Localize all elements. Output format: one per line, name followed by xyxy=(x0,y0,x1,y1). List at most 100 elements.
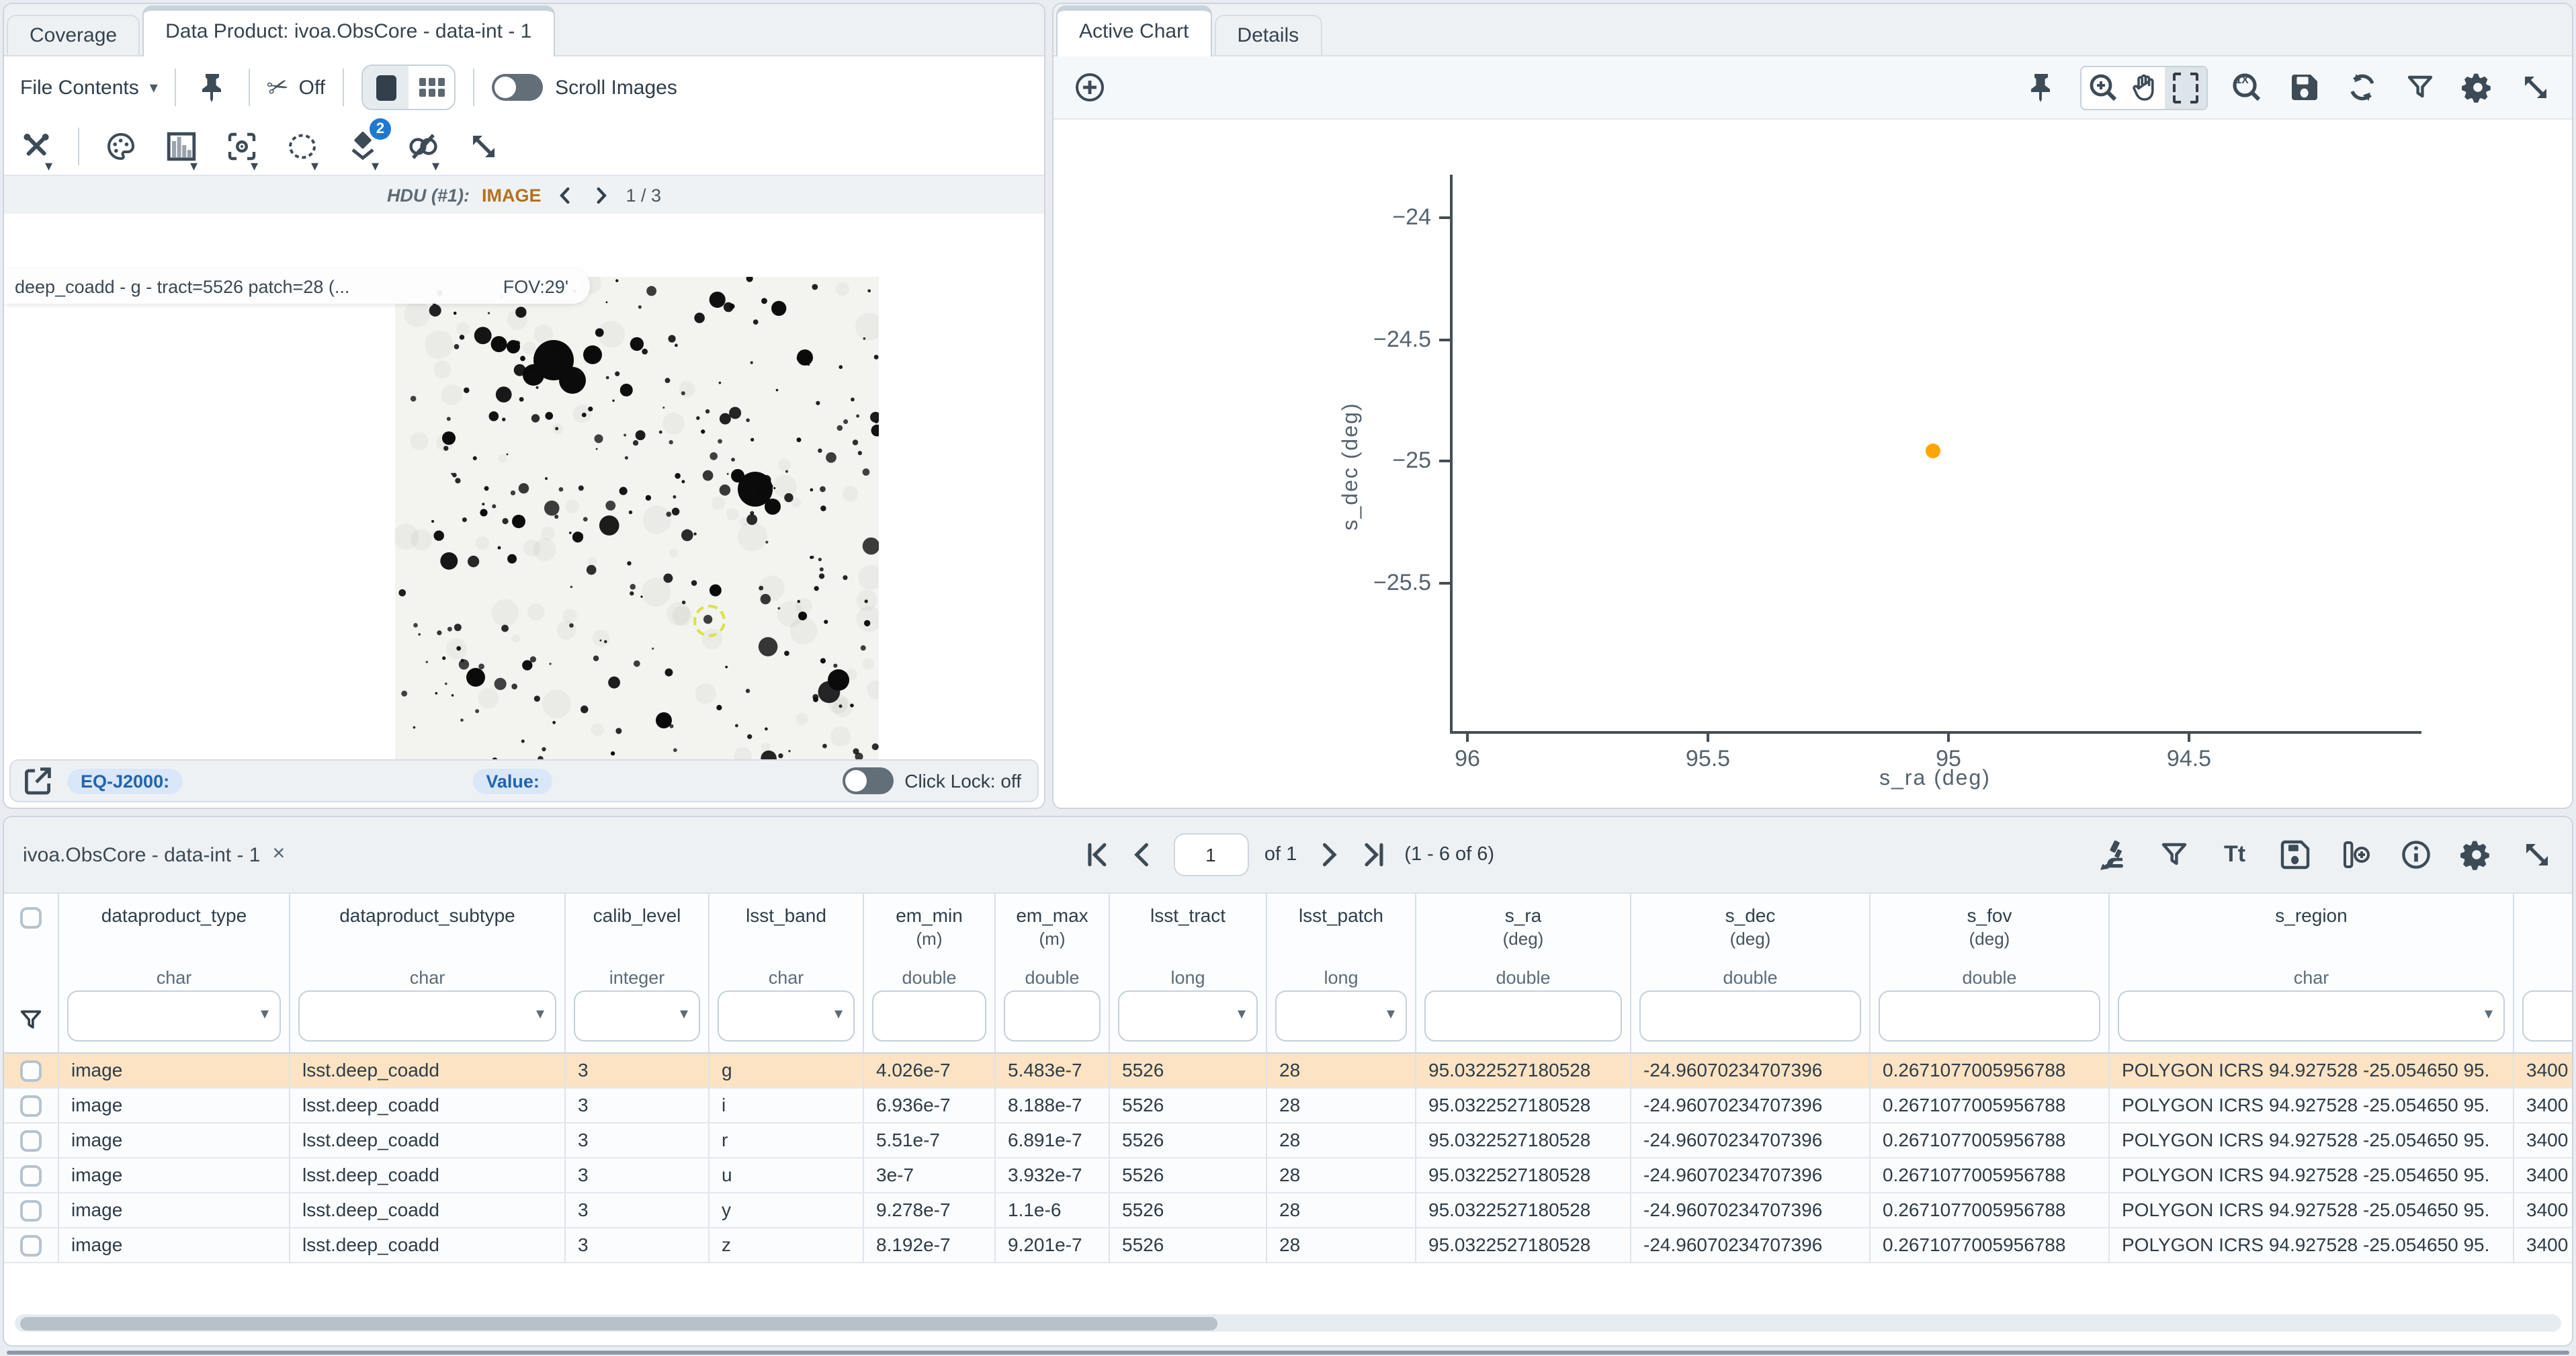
column-header-dataproduct_subtype[interactable]: dataproduct_subtypechar▾ xyxy=(290,894,566,1052)
save-table-button[interactable] xyxy=(2276,833,2314,876)
unlink-wcs-button[interactable]: ▾ xyxy=(404,125,442,168)
close-table-button[interactable]: × xyxy=(273,843,286,867)
filter-chart-button[interactable] xyxy=(2401,66,2439,109)
data-point[interactable] xyxy=(1926,444,1940,459)
refresh-chart-button[interactable] xyxy=(2344,66,2381,109)
click-lock-toggle[interactable]: Click Lock: off xyxy=(843,767,1021,794)
next-page-button[interactable] xyxy=(1313,833,1342,876)
pan-mode-button[interactable] xyxy=(2123,67,2165,108)
column-header-s_dec[interactable]: s_dec(deg)double xyxy=(1631,894,1871,1052)
pin-button[interactable] xyxy=(194,66,232,109)
column-filter-input[interactable]: ▾ xyxy=(574,990,700,1042)
scatter-plot[interactable]: −24−24.5−25−25.59695.59594.5s_dec (deg)s… xyxy=(1054,120,2572,808)
table-settings-button[interactable] xyxy=(2458,833,2495,876)
column-header-s_region[interactable]: s_regionchar▾ xyxy=(2110,894,2514,1052)
expand-table-button[interactable] xyxy=(2518,833,2556,876)
row-checkbox[interactable] xyxy=(20,1060,42,1081)
row-checkbox[interactable] xyxy=(20,1199,42,1221)
next-hdu-button[interactable] xyxy=(590,183,614,207)
filter-table-button[interactable] xyxy=(2155,833,2193,876)
layers-button[interactable]: 2 ▾ xyxy=(344,125,382,168)
column-header-s_ra[interactable]: s_ra(deg)double xyxy=(1416,894,1631,1052)
zoom-in-mode-button[interactable] xyxy=(2081,67,2123,108)
table-row[interactable]: imagelsst.deep_coadd3g4.026e-75.483e-755… xyxy=(4,1054,2572,1089)
recenter-button[interactable]: ▾ xyxy=(223,125,261,168)
chart-settings-button[interactable] xyxy=(2459,66,2497,109)
column-filter-input[interactable]: ▾ xyxy=(1118,990,1258,1042)
gear-icon xyxy=(2460,839,2493,871)
fits-image[interactable] xyxy=(395,277,879,759)
table-cell: 95.0322527180528 xyxy=(1416,1228,1631,1262)
histogram-icon xyxy=(165,130,198,163)
column-filter-input[interactable] xyxy=(1424,990,1622,1042)
table-horizontal-scrollbar[interactable] xyxy=(15,1314,2561,1332)
tab-data-product[interactable]: Data Product: ivoa.ObsCore - data-int - … xyxy=(142,5,554,56)
row-checkbox[interactable] xyxy=(20,1130,42,1151)
row-checkbox[interactable] xyxy=(20,1095,42,1116)
pin-chart-button[interactable] xyxy=(2022,66,2060,109)
coordinate-readout[interactable]: EQ-J2000: xyxy=(67,768,183,794)
column-filter-input[interactable]: ▾ xyxy=(1275,990,1407,1042)
column-filter-input[interactable]: ▾ xyxy=(718,990,855,1042)
save-chart-button[interactable] xyxy=(2286,66,2323,109)
column-filter-input[interactable]: ▾ xyxy=(67,990,281,1042)
table-row[interactable]: imagelsst.deep_coadd3z8.192e-79.201e-755… xyxy=(4,1228,2572,1263)
table-row[interactable]: imagelsst.deep_coadd3i6.936e-78.188e-755… xyxy=(4,1089,2572,1124)
select-mode-button[interactable] xyxy=(2165,67,2206,108)
tab-details[interactable]: Details xyxy=(1214,15,1322,55)
add-chart-button[interactable] xyxy=(1071,66,1109,109)
column-filter-input[interactable]: ▾ xyxy=(2118,990,2505,1042)
previous-hdu-button[interactable] xyxy=(554,183,578,207)
value-readout[interactable]: Value: xyxy=(472,768,553,794)
table-row[interactable]: imagelsst.deep_coadd3r5.51e-76.891e-7552… xyxy=(4,1124,2572,1158)
popout-readout-button[interactable] xyxy=(22,759,54,802)
analyze-button[interactable] xyxy=(2095,833,2133,876)
page-number-input[interactable] xyxy=(1173,833,1248,876)
chevron-down-icon: ▾ xyxy=(261,1004,269,1023)
image-viewer[interactable]: deep_coadd - g - tract=5526 patch=28 (..… xyxy=(4,214,1044,759)
tools-button[interactable]: ▾ xyxy=(17,125,55,168)
file-contents-dropdown[interactable]: File Contents ▾ xyxy=(20,76,158,99)
expand-image-button[interactable] xyxy=(465,125,503,168)
text-view-button[interactable]: Tt xyxy=(2216,833,2253,876)
column-filter-input[interactable] xyxy=(1004,990,1101,1042)
expand-chart-button[interactable] xyxy=(2517,66,2554,109)
table-row[interactable]: imagelsst.deep_coadd3y9.278e-71.1e-65526… xyxy=(4,1193,2572,1228)
grid-view-button[interactable] xyxy=(409,66,454,109)
color-palette-button[interactable] xyxy=(102,125,140,168)
row-checkbox[interactable] xyxy=(20,1234,42,1256)
add-column-button[interactable] xyxy=(2337,833,2374,876)
column-filter-input[interactable] xyxy=(2522,990,2572,1042)
tab-coverage[interactable]: Coverage xyxy=(7,15,140,55)
scroll-images-toggle[interactable]: Scroll Images xyxy=(492,74,677,101)
column-filter-input[interactable] xyxy=(1879,990,2100,1042)
column-header-calib_level[interactable]: calib_levelinteger▾ xyxy=(566,894,710,1052)
row-checkbox[interactable] xyxy=(20,1164,42,1186)
first-page-button[interactable] xyxy=(1082,833,1111,876)
zoom-original-button[interactable]: 1X xyxy=(2228,66,2266,109)
table-row[interactable]: imagelsst.deep_coadd3u3e-73.932e-7552628… xyxy=(4,1158,2572,1193)
scrollbar-thumb[interactable] xyxy=(20,1316,1217,1330)
column-header-clipped[interactable] xyxy=(2514,894,2572,1052)
table-info-button[interactable] xyxy=(2397,833,2435,876)
stretch-histogram-button[interactable]: ▾ xyxy=(163,125,200,168)
select-all-checkbox[interactable] xyxy=(20,907,42,929)
column-header-lsst_band[interactable]: lsst_bandchar▾ xyxy=(710,894,864,1052)
column-header-em_max[interactable]: em_max(m)double xyxy=(996,894,1110,1052)
column-header-lsst_patch[interactable]: lsst_patchlong▾ xyxy=(1267,894,1416,1052)
column-filter-input[interactable] xyxy=(1639,990,1861,1042)
target-marker-icon xyxy=(693,605,726,637)
select-region-button[interactable]: ▾ xyxy=(284,125,321,168)
column-header-lsst_tract[interactable]: lsst_tractlong▾ xyxy=(1110,894,1267,1052)
column-header-s_fov[interactable]: s_fov(deg)double xyxy=(1871,894,2110,1052)
tab-active-chart[interactable]: Active Chart xyxy=(1056,5,1211,56)
view-mode-group xyxy=(361,65,456,110)
cutout-button[interactable]: ✂ Off xyxy=(268,72,325,103)
single-view-button[interactable] xyxy=(363,66,409,109)
last-page-button[interactable] xyxy=(1359,833,1388,876)
column-filter-input[interactable] xyxy=(872,990,986,1042)
previous-page-button[interactable] xyxy=(1127,833,1157,876)
column-filter-input[interactable]: ▾ xyxy=(298,990,556,1042)
column-header-em_min[interactable]: em_min(m)double xyxy=(864,894,996,1052)
column-header-dataproduct_type[interactable]: dataproduct_typechar▾ xyxy=(59,894,290,1052)
